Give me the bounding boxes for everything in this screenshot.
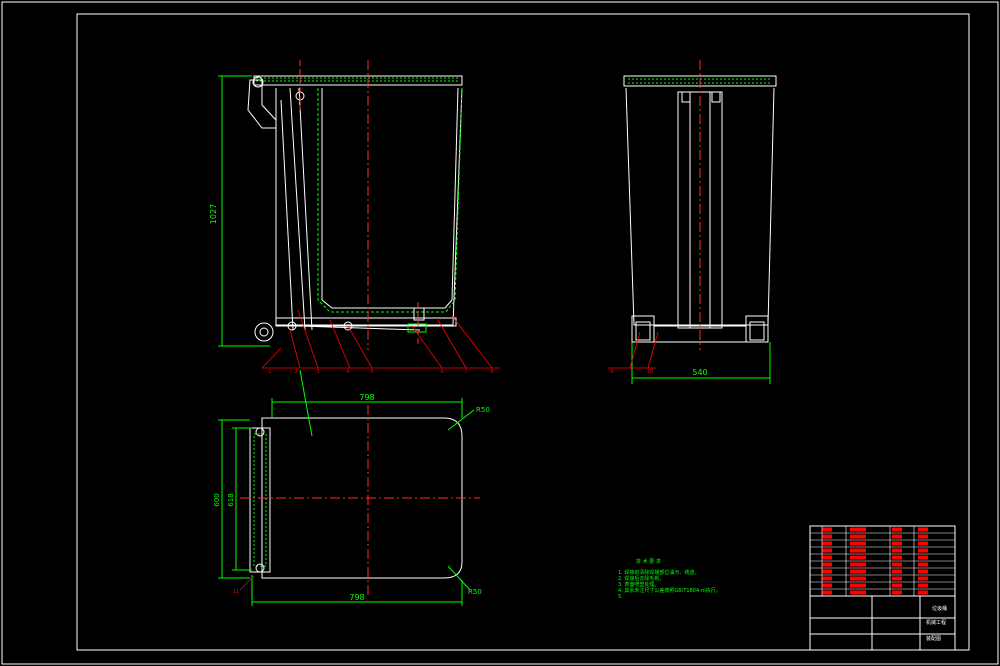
title-drawing-name: 垃圾桶 (932, 605, 947, 612)
parts-list-cell-text (892, 555, 902, 560)
parts-list-cell-text (850, 569, 866, 574)
balloon-6: 6 (440, 369, 443, 375)
balloon-5: 5 (370, 369, 373, 375)
parts-list-cell-text (918, 527, 928, 532)
balloon-2: 2 (294, 369, 297, 375)
parts-list-cell-text (822, 555, 832, 560)
parts-list-cell-text (892, 590, 902, 595)
parts-list-cell-text (918, 562, 928, 567)
tech-note-2: 2. 焊接后去除毛刺。 (618, 575, 664, 582)
tech-note-3: 3. 表面喷塑处理。 (618, 581, 659, 588)
balloon-8: 8 (490, 369, 493, 375)
cad-drawing: 1027 1 2 3 4 5 6 7 8 540 9 10 798 798 60… (1, 1, 999, 665)
front-wheel (254, 322, 274, 342)
parts-list-cell-text (850, 590, 866, 595)
parts-list-cell-text (850, 583, 866, 588)
radius-top-label: R50 (476, 406, 490, 414)
parts-list-cell-text (822, 569, 832, 574)
parts-list-cell-text (892, 548, 902, 553)
balloon-10: 10 (647, 369, 653, 375)
parts-list-cell-text (918, 541, 928, 546)
parts-list-cell-text (850, 541, 866, 546)
front-inner-bucket (321, 87, 459, 309)
parts-list-cell-text (892, 534, 902, 539)
parts-list-cell-text (850, 527, 866, 532)
tech-notes-heading: 技 术 要 求 (636, 558, 661, 565)
top-depth-dimension-inner: 618 (227, 493, 235, 506)
balloon-7: 7 (464, 369, 467, 375)
parts-list-cell-text (918, 583, 928, 588)
balloon-1: 1 (268, 369, 271, 375)
balloon-9: 9 (610, 369, 613, 375)
front-view: 1027 1 2 3 4 5 6 7 8 (209, 60, 500, 375)
parts-list-cell-text (822, 562, 832, 567)
radius-bottom-label: R50 (468, 588, 482, 596)
parts-list-cell-text (892, 569, 902, 574)
parts-list-cell-text (918, 569, 928, 574)
parts-list-cell-text (918, 534, 928, 539)
parts-list-cell-text (850, 534, 866, 539)
tech-note-5: 5. (618, 594, 623, 600)
balloon-3: 3 (316, 369, 319, 375)
parts-list-cell-text (822, 583, 832, 588)
parts-list-cell-text (892, 576, 902, 581)
top-width-dimension-lower: 798 (349, 593, 364, 602)
parts-list-cell-text (892, 562, 902, 567)
front-body-outline (275, 87, 463, 326)
parts-list-cell-text (822, 576, 832, 581)
top-depth-dimension-outer: 600 (213, 493, 221, 506)
parts-list-cell-text (918, 576, 928, 581)
sheet-outer-frame (1, 1, 999, 665)
parts-list (810, 525, 955, 596)
front-height-dimension: 1027 (209, 204, 218, 224)
parts-list-cell-text (850, 562, 866, 567)
top-width-dimension-upper: 798 (359, 393, 374, 402)
balloon-4: 4 (346, 369, 349, 375)
title-block: 垃圾桶 机械工程 装配图 (809, 525, 956, 651)
parts-list-cell-text (850, 548, 866, 553)
sheet-inner-frame (76, 13, 970, 651)
title-drawing-no: 装配图 (926, 635, 941, 642)
top-view: 798 798 600 618 R50 R50 11 (213, 369, 490, 606)
parts-list-cell-text (822, 590, 832, 595)
parts-list-cell-text (822, 534, 832, 539)
parts-list-cell-text (822, 548, 832, 553)
parts-list-cell-text (892, 541, 902, 546)
tech-note-1: 1. 焊接前清除焊接部位油污、锈迹。 (618, 569, 699, 576)
parts-list-cell-text (918, 590, 928, 595)
tech-note-4: 4. 其余未注尺寸公差按照GB/T1804-m执行。 (618, 587, 721, 594)
parts-list-cell-text (918, 548, 928, 553)
parts-list-cell-text (918, 555, 928, 560)
parts-list-cell-text (892, 527, 902, 532)
title-school: 机械工程 (926, 619, 946, 626)
parts-list-cell-text (892, 583, 902, 588)
parts-list-cell-text (822, 541, 832, 546)
parts-list-cell-text (850, 576, 866, 581)
technical-notes: 技 术 要 求 1. 焊接前清除焊接部位油污、锈迹。 2. 焊接后去除毛刺。 3… (618, 558, 721, 600)
balloon-11: 11 (233, 589, 239, 595)
side-view: 540 9 10 (608, 60, 777, 384)
side-width-dimension: 540 (692, 368, 707, 377)
parts-list-cell-text (822, 527, 832, 532)
parts-list-cell-text (850, 555, 866, 560)
